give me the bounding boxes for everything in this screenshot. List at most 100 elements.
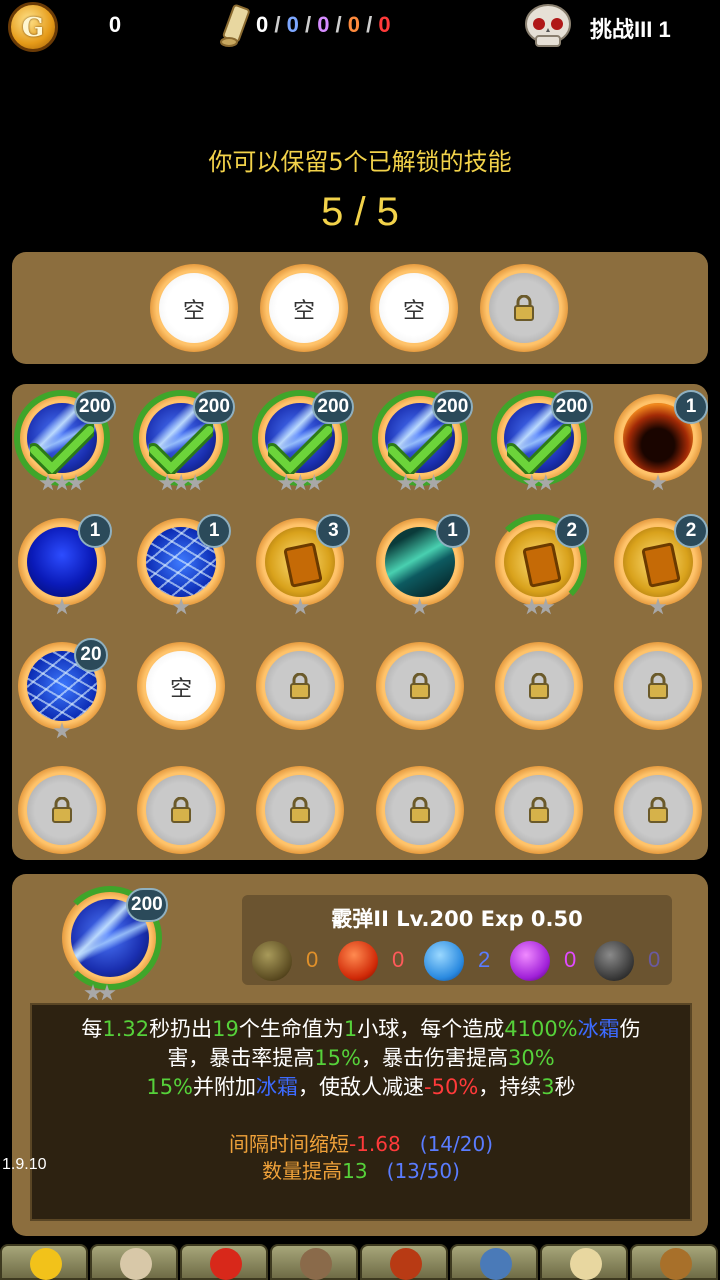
top-bar: G 0 0 / 0 / 0 / 0 / 0 挑战III 1 [0,0,720,52]
star-icon [158,474,176,491]
star-icon [291,474,310,491]
skill-slot-locked [256,766,345,854]
star-icon [649,598,667,615]
skill-title: 霰弹II Lv.200 Exp 0.50 [331,907,583,931]
reserved-slot[interactable]: 空 [260,264,348,352]
dark-orb-icon [594,941,634,981]
nav-forge-button[interactable] [270,1244,358,1280]
nav-shop-button[interactable] [450,1244,538,1280]
scroll-counts: 0 / 0 / 0 / 0 / 0 [256,12,391,37]
skill-slot-locked [375,642,464,730]
skill-level-badge: 1 [674,390,708,424]
star-icon [523,598,541,615]
skill-slot[interactable]: 200 [133,390,235,491]
skill-slot[interactable]: 20 [18,638,108,739]
skill-stars [614,474,702,496]
skill-level-badge: 20 [74,638,108,672]
star-icon [84,984,102,1001]
gear-icon [660,1248,692,1280]
bottom-nav [0,1244,720,1280]
upgrade-count: 数量提高13 (13/50) [262,1159,460,1183]
nav-settings-button[interactable] [630,1244,718,1280]
nav-scroll-button[interactable] [540,1244,628,1280]
star-icon [277,474,296,491]
skill-slot[interactable]: 1 [375,514,470,615]
skill-slot[interactable]: 200 [252,390,355,491]
star-icon [186,474,204,491]
skill-slot[interactable]: 1 [614,390,708,491]
lock-icon [409,673,430,699]
star-icon [291,598,310,615]
star-icon [53,722,71,739]
nav-gem-button[interactable] [180,1244,268,1280]
skill-slot[interactable]: 1 [18,514,112,615]
nav-book-button[interactable] [360,1244,448,1280]
nav-pet-button[interactable] [90,1244,178,1280]
star-icon [39,474,57,491]
arcane-orb-icon [510,941,550,981]
selected-skill-icon: 200 [58,886,168,1001]
star-icon [53,474,71,491]
keep-skills-count: 5 / 5 [321,190,399,234]
upgrade-interval: 间隔时间缩短-1.68 (14/20) [228,1132,494,1156]
skills-grid-panel: 200 200 200 200 200 1 1 1 3 1 2 2 20 空 [12,384,708,860]
skill-slot[interactable]: 2 [490,514,589,615]
skill-slot-locked [494,642,583,730]
skill-level-badge: 1 [435,514,470,548]
skill-stars [614,598,702,620]
lock-icon [290,797,311,823]
reserved-slots-panel: 空 空 空 [12,252,708,364]
star-icon [53,598,71,615]
reserved-slot[interactable]: 空 [370,264,458,352]
star-icon [172,474,190,491]
check-icon [506,424,571,474]
star-icon [98,984,116,1001]
skill-stars [18,474,106,496]
check-icon [149,424,214,474]
star-icon [523,474,541,491]
lock-icon [171,797,192,823]
skill-level-badge: 200 [312,390,355,424]
star-icon [410,598,429,615]
fire-orb-icon [338,941,378,981]
skill-slot-empty[interactable]: 空 [137,642,226,730]
skill-slot[interactable]: 200 [490,390,593,491]
skill-slot-locked [375,766,464,854]
lock-icon [528,673,549,699]
upgrade-list: 间隔时间缩短-1.68 (14/20) 数量提高13 (13/50) [32,1131,690,1185]
skill-slot[interactable]: 2 [614,514,708,615]
earth-orb-icon [252,941,292,981]
shop-icon [480,1248,512,1280]
skill-slot-locked [494,766,583,854]
skill-slot[interactable]: 200 [371,390,474,491]
skill-level-badge: 200 [431,390,474,424]
version-label: 1.9.10 [2,1156,47,1173]
skill-level-badge: 3 [316,514,351,548]
star-icon [396,474,415,491]
check-icon [268,424,333,474]
ice-orb-icon [424,941,464,981]
skill-slot[interactable]: 200 [14,390,116,491]
gold-coin-icon: G [8,2,58,52]
skill-slot-locked [614,642,702,730]
skill-slot[interactable]: 3 [256,514,351,615]
skill-description-box: 每1.32秒扔出19个生命值为1小球，每个造成4100%冰霜伤 害，暴击率提高1… [30,1003,692,1221]
star-icon [424,474,443,491]
pet-icon [120,1248,152,1280]
nav-hero-button[interactable] [0,1244,88,1280]
lock-icon [528,797,549,823]
skill-slot-locked [614,766,702,854]
skill-level-badge: 1 [197,514,232,548]
hero-icon [30,1248,62,1280]
check-icon [387,424,452,474]
gem-icon [210,1248,242,1280]
earth-value: 0 [306,947,319,972]
lock-icon [648,797,668,823]
reserved-slot[interactable]: 空 [150,264,238,352]
skill-description: 每1.32秒扔出19个生命值为1小球，每个造成4100%冰霜伤 害，暴击率提高1… [81,1017,641,1099]
keep-skills-hint: 你可以保留5个已解锁的技能 [208,148,512,176]
skill-stars [18,722,106,744]
star-icon [172,598,190,615]
skill-slot[interactable]: 1 [137,514,232,615]
lock-icon [409,797,430,823]
